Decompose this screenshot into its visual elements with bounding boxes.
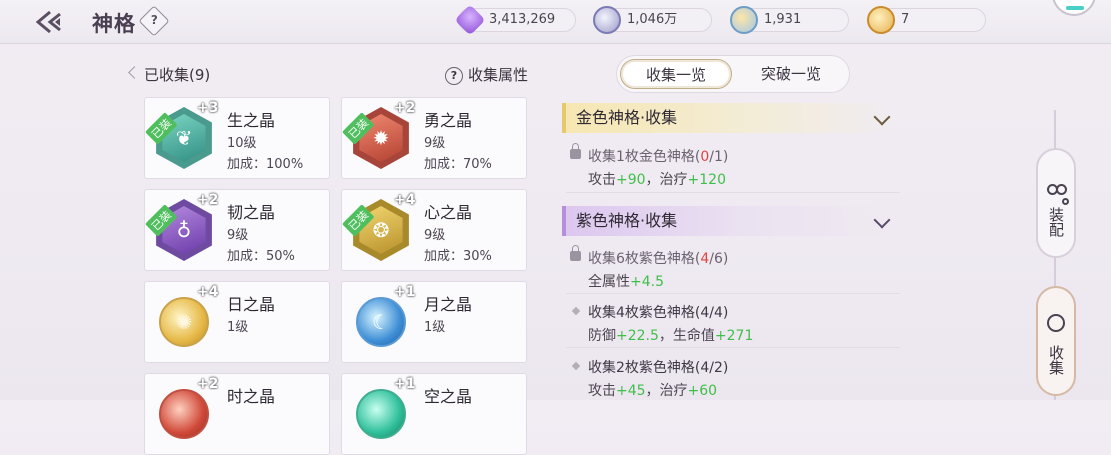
gem-grade: 1级 [424, 320, 446, 335]
gem-bonus: 加成：30% [424, 249, 492, 264]
view-tabs: 收集一览 突破一览 [616, 55, 850, 93]
equip-icon [1047, 176, 1069, 205]
question-icon: ? [445, 67, 463, 85]
requirement-row: 收集4枚紫色神格(4/4) 防御+22.5，生命值+271 [570, 302, 900, 345]
gold-collection-header[interactable]: 金色神格·收集 [562, 103, 894, 133]
requirement-row: 收集1枚金色神格(0/1) 攻击+90，治疗+120 [570, 143, 900, 189]
tab-collection-overview[interactable]: 收集一览 [620, 59, 732, 89]
gem-plus-level: +4 [197, 284, 219, 300]
requirement-row: 收集6枚紫色神格(4/6) 全属性+4.5 [570, 245, 900, 291]
gold-medal-icon [867, 6, 895, 34]
equip-side-button[interactable]: 装配 [1036, 148, 1076, 258]
resource-purple-crystal[interactable]: 3,413,269 [454, 4, 576, 36]
diamond-icon [571, 361, 581, 371]
gem-card-space[interactable]: +1 空之晶 [341, 373, 527, 455]
resource-value: 1,931 [764, 12, 802, 27]
tab-breakthrough-overview[interactable]: 突破一览 [735, 59, 847, 89]
gem-icon: ☾ [350, 291, 412, 353]
gem-plus-level: +4 [394, 192, 416, 208]
gem-name: 月之晶 [424, 295, 473, 314]
collect-side-button[interactable]: 收集 [1036, 286, 1076, 396]
gem-card-heart[interactable]: ❂ 已装 +4 心之晶 9级 加成：30% [341, 189, 527, 271]
gem-name: 韧之晶 [227, 203, 276, 222]
resource-gold-medal[interactable]: 7 [867, 6, 986, 34]
gem-card-time[interactable]: +2 时之晶 [144, 373, 330, 455]
gem-name: 空之晶 [424, 387, 473, 406]
gem-name: 勇之晶 [424, 111, 473, 130]
divider [566, 347, 900, 348]
gem-name: 生之晶 [227, 111, 276, 130]
lock-icon [570, 143, 581, 159]
top-bar: 神格 ? 3,413,269 1,046万 1,931 7 [0, 0, 1111, 44]
gem-card-life[interactable]: ❦ 已装 +3 生之晶 10级 加成：100% [144, 97, 330, 179]
page-title: 神格 [92, 12, 136, 36]
resource-value: 1,046万 [627, 12, 678, 27]
gem-card-courage[interactable]: ✹ 已装 +2 勇之晶 9级 加成：70% [341, 97, 527, 179]
gem-plus-level: +2 [197, 192, 219, 208]
resource-value: 7 [901, 12, 910, 27]
gem-name: 时之晶 [227, 387, 276, 406]
gem-icon: ✺ [153, 291, 215, 353]
resource-silver-coin[interactable]: 1,046万 [593, 6, 712, 34]
blue-medal-icon [730, 6, 758, 34]
collected-count: 已收集(9) [132, 64, 210, 85]
gem-bonus: 加成：100% [227, 157, 304, 172]
silver-coin-icon [593, 6, 621, 34]
gem-plus-level: +2 [394, 100, 416, 116]
back-arrow-icon[interactable] [36, 10, 70, 34]
gem-card-tenacity[interactable]: ♁ 已装 +2 韧之晶 9级 加成：50% [144, 189, 330, 271]
diamond-icon [571, 306, 581, 316]
gem-grade: 9级 [227, 228, 249, 243]
chevron-down-icon [873, 211, 891, 229]
gem-bonus: 加成：70% [424, 157, 492, 172]
gem-name: 心之晶 [424, 203, 473, 222]
lock-icon [570, 245, 581, 261]
gem-name: 日之晶 [227, 295, 276, 314]
divider [566, 192, 900, 193]
divider [566, 293, 900, 294]
gem-plus-level: +2 [197, 376, 219, 392]
gem-bonus: 加成：50% [227, 249, 295, 264]
gem-plus-level: +1 [394, 376, 416, 392]
gem-grade: 1级 [227, 320, 249, 335]
gem-icon [350, 383, 412, 445]
purple-collection-header[interactable]: 紫色神格·收集 [562, 206, 894, 236]
help-button[interactable]: ? [138, 5, 170, 37]
gem-grade: 9级 [424, 136, 446, 151]
collect-attributes-link[interactable]: ? 收集属性 [445, 64, 528, 85]
gem-icon [153, 383, 215, 445]
top-right-orb-icon[interactable] [1052, 0, 1096, 16]
resource-blue-medal[interactable]: 1,931 [730, 6, 849, 34]
gem-grade: 9级 [424, 228, 446, 243]
resource-value: 3,413,269 [489, 12, 556, 27]
gem-grade: 10级 [227, 136, 257, 151]
gem-card-moon[interactable]: ☾ +1 月之晶 1级 [341, 281, 527, 363]
gem-card-sun[interactable]: ✺ +4 日之晶 1级 [144, 281, 330, 363]
requirement-row: 收集2枚紫色神格(4/2) 攻击+45，治疗+60 [570, 357, 900, 400]
purple-crystal-icon [454, 4, 486, 36]
gem-plus-level: +3 [197, 100, 219, 116]
collect-icon [1047, 314, 1065, 332]
chevron-down-icon [873, 108, 891, 126]
gem-plus-level: +1 [394, 284, 416, 300]
